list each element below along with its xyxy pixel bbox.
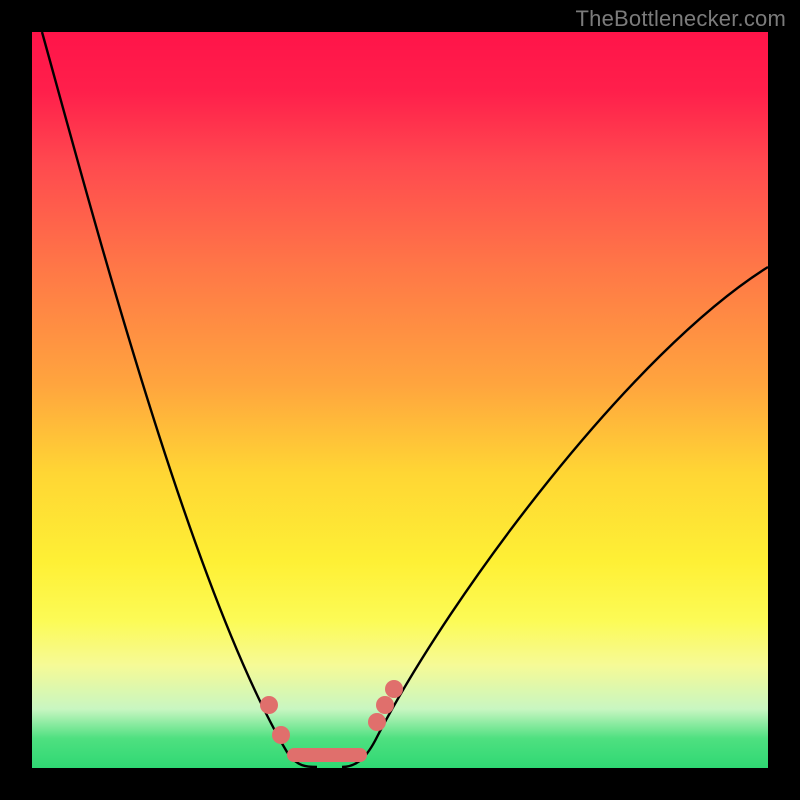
- highlight-marker: [368, 713, 386, 731]
- highlight-marker: [376, 696, 394, 714]
- left-curve: [42, 32, 317, 767]
- curve-layer: [32, 32, 768, 768]
- highlight-marker: [272, 726, 290, 744]
- plot-area: [32, 32, 768, 768]
- chart-frame: TheBottlenecker.com: [0, 0, 800, 800]
- watermark-text: TheBottlenecker.com: [576, 6, 786, 32]
- highlight-marker: [260, 696, 278, 714]
- right-curve: [342, 267, 768, 767]
- highlight-marker: [385, 680, 403, 698]
